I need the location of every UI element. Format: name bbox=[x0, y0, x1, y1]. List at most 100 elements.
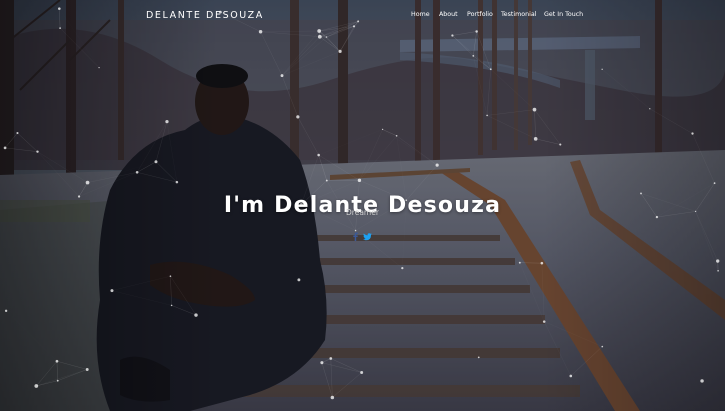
particle-link bbox=[136, 121, 168, 173]
twitter-link[interactable] bbox=[363, 228, 372, 241]
particle-link bbox=[281, 30, 320, 76]
particle-link bbox=[534, 109, 536, 139]
particle-dot bbox=[154, 160, 158, 164]
particle-link bbox=[486, 115, 536, 140]
particle-dot bbox=[540, 261, 544, 265]
particle-link bbox=[260, 31, 283, 76]
particle-dot bbox=[317, 153, 320, 157]
particle-dot bbox=[475, 30, 478, 33]
brand-logo[interactable]: DELANTE DESOUZA bbox=[146, 10, 264, 21]
particle-link bbox=[6, 311, 57, 361]
particle-link bbox=[541, 263, 545, 322]
particle-link bbox=[298, 117, 327, 181]
particle-link bbox=[359, 135, 397, 181]
particle-dot bbox=[55, 359, 59, 363]
particle-link bbox=[5, 147, 38, 152]
particle-dot bbox=[135, 170, 139, 174]
particle-link bbox=[4, 132, 18, 149]
facebook-link[interactable] bbox=[353, 228, 358, 241]
particle-dot bbox=[716, 259, 720, 263]
particle-dot bbox=[175, 180, 179, 184]
particle-link bbox=[88, 162, 156, 183]
particle-dot bbox=[169, 275, 172, 277]
particle-dot bbox=[717, 269, 719, 272]
particle-link bbox=[479, 322, 544, 358]
particle-dot bbox=[85, 180, 90, 185]
nav-link-about[interactable]: About bbox=[439, 11, 458, 18]
particle-dot bbox=[280, 74, 284, 78]
particle-dot bbox=[338, 49, 342, 54]
hero-subtitle: Dreamer bbox=[346, 208, 379, 217]
particle-link bbox=[321, 362, 333, 398]
particle-dot bbox=[381, 128, 384, 131]
particle-dot bbox=[559, 143, 562, 146]
particle-link bbox=[281, 75, 299, 117]
particle-dot bbox=[601, 68, 603, 70]
particle-dot bbox=[700, 379, 704, 383]
particle-link bbox=[487, 109, 535, 116]
particle-link bbox=[37, 151, 80, 197]
particle-dot bbox=[569, 374, 573, 378]
particle-link bbox=[166, 121, 178, 183]
particle-link bbox=[695, 211, 718, 262]
particle-link bbox=[321, 362, 362, 373]
particle-link bbox=[330, 358, 333, 398]
particle-dot bbox=[486, 114, 488, 117]
particle-link bbox=[56, 361, 58, 381]
particle-link bbox=[111, 275, 171, 291]
particle-dot bbox=[170, 304, 173, 307]
particle-dot bbox=[4, 309, 8, 313]
particle-link bbox=[696, 211, 718, 270]
particle-link bbox=[281, 36, 320, 76]
particle-dot bbox=[296, 115, 300, 119]
particle-link bbox=[649, 108, 693, 134]
particle-link bbox=[59, 27, 100, 68]
particle-link bbox=[332, 372, 362, 398]
particle-link bbox=[260, 31, 320, 38]
particle-link bbox=[520, 263, 544, 322]
particle-dot bbox=[3, 146, 7, 150]
particle-dot bbox=[56, 379, 59, 382]
particle-dot bbox=[325, 179, 328, 182]
nav-link-get-in-touch[interactable]: Get In Touch bbox=[544, 11, 583, 18]
particle-dot bbox=[691, 132, 694, 135]
particle-link bbox=[57, 369, 88, 381]
particle-dot bbox=[110, 289, 114, 293]
particle-link bbox=[396, 135, 438, 166]
nav-link-portfolio[interactable]: Portfolio bbox=[467, 11, 493, 18]
particle-link bbox=[602, 69, 650, 108]
twitter-icon bbox=[363, 233, 372, 241]
particle-link bbox=[170, 276, 197, 316]
particle-dot bbox=[533, 137, 538, 141]
particle-link bbox=[490, 69, 535, 110]
social-links bbox=[353, 228, 375, 241]
particle-dot bbox=[451, 34, 454, 37]
particle-link bbox=[544, 322, 602, 347]
particle-link bbox=[17, 132, 38, 152]
particle-link bbox=[260, 30, 320, 32]
particle-dot bbox=[34, 384, 39, 388]
particle-dot bbox=[542, 320, 546, 323]
particle-link bbox=[171, 305, 197, 316]
particle-dot bbox=[85, 368, 89, 371]
nav-link-home[interactable]: Home bbox=[411, 11, 430, 18]
particle-link bbox=[111, 290, 172, 306]
nav-link-testimonial[interactable]: Testimonial bbox=[501, 11, 536, 18]
particle-link bbox=[319, 30, 341, 52]
particle-dot bbox=[713, 182, 716, 185]
particle-link bbox=[36, 361, 58, 387]
particle-dot bbox=[477, 356, 480, 359]
particle-link bbox=[56, 360, 88, 370]
particle-link bbox=[452, 35, 491, 70]
particle-link bbox=[382, 129, 397, 137]
top-navbar: DELANTE DESOUZA Home About Portfolio Tes… bbox=[0, 0, 725, 30]
particle-dot bbox=[36, 150, 39, 153]
particle-dot bbox=[435, 163, 439, 167]
particle-dot bbox=[194, 313, 198, 317]
particle-link bbox=[397, 136, 407, 200]
particle-link bbox=[137, 172, 177, 183]
particle-dot bbox=[98, 67, 100, 69]
particle-link bbox=[155, 161, 178, 183]
particle-dot bbox=[320, 361, 324, 365]
particle-link bbox=[437, 115, 487, 165]
